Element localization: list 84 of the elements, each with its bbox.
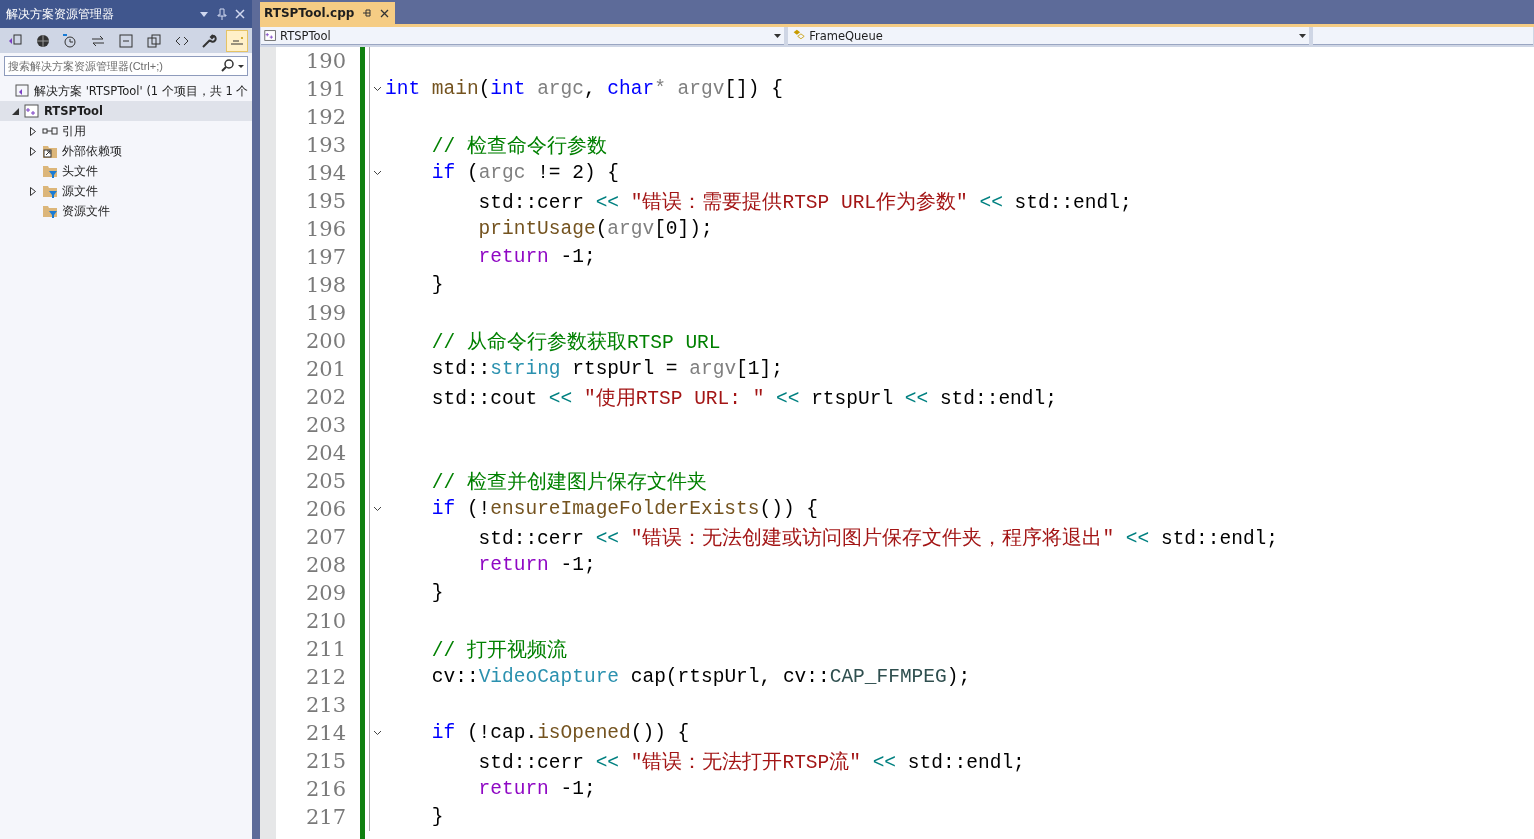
line-number: 192 xyxy=(304,104,347,131)
line-number: 196 xyxy=(304,216,347,243)
code-line: } xyxy=(430,582,444,604)
line-number: 202 xyxy=(304,384,347,411)
line-number: 201 xyxy=(304,356,347,383)
tree-item[interactable]: 资源文件 xyxy=(0,201,252,221)
preview-icon[interactable] xyxy=(226,29,249,52)
collapse-icon[interactable] xyxy=(372,730,382,736)
collapse-icon[interactable] xyxy=(372,170,382,176)
project-icon xyxy=(24,103,40,119)
tree-item[interactable]: 外部依赖项 xyxy=(0,141,252,161)
line-number: 195 xyxy=(304,188,347,215)
line-number: 212 xyxy=(304,664,347,691)
code-line: cv::VideoCapture cap(rtspUrl, cv::CAP_FFMPEG); xyxy=(430,666,971,688)
project-icon xyxy=(264,29,277,42)
line-number: 206 xyxy=(304,496,347,523)
collapse-icon[interactable] xyxy=(372,506,382,512)
search-field[interactable]: 搜索解决方案资源管理器(Ctrl+;) xyxy=(4,56,248,76)
dropdown-icon xyxy=(1299,33,1307,38)
expander-icon[interactable] xyxy=(30,126,36,136)
code-line: if (!cap.isOpened()) { xyxy=(430,722,690,744)
expander-icon[interactable] xyxy=(30,186,36,196)
panel-title: 解决方案资源管理器 xyxy=(6,5,115,23)
code-line: if (!ensureImageFolderExists()) { xyxy=(430,498,818,520)
code-line: printUsage(argv[0]); xyxy=(477,218,713,240)
line-number: 208 xyxy=(304,552,347,579)
code-line: int main(int argc, char* argv[]) { xyxy=(384,78,783,100)
search-icon xyxy=(221,59,235,73)
tree-item[interactable]: 引用 xyxy=(0,121,252,141)
code-line: // 检查并创建图片保存文件夹 xyxy=(430,470,707,495)
line-number: 199 xyxy=(304,300,347,327)
code-line: // 打开视频流 xyxy=(430,638,567,663)
project-dropdown[interactable]: RTSPTool xyxy=(261,27,785,45)
code-line: } xyxy=(430,806,444,828)
collapse-icon[interactable] xyxy=(372,86,382,92)
code-line: // 从命令行参数获取RTSP URL xyxy=(430,330,721,355)
line-number: 194 xyxy=(304,160,347,187)
expander-icon[interactable] xyxy=(30,146,36,156)
filter-folder-icon xyxy=(42,203,58,219)
solution-icon xyxy=(14,83,30,99)
code-line: // 检查命令行参数 xyxy=(430,134,607,159)
close-icon[interactable] xyxy=(380,8,390,18)
line-number: 205 xyxy=(304,468,347,495)
line-number: 193 xyxy=(304,132,347,159)
line-number: 215 xyxy=(304,748,347,775)
code-line: std::cerr << "错误：无法创建或访问图片保存文件夹，程序将退出" << std::endl; xyxy=(477,526,1278,551)
line-number: 209 xyxy=(304,580,347,607)
line-number: 197 xyxy=(304,244,347,271)
code-line: std::string rtspUrl = argv[1]; xyxy=(430,358,783,380)
folder-shortcut-icon xyxy=(42,143,58,159)
filter-folder-icon xyxy=(42,163,58,179)
code-line: std::cerr << "错误：需要提供RTSP URL作为参数" << std::endl; xyxy=(477,190,1132,215)
tree-item[interactable]: 头文件 xyxy=(0,161,252,181)
line-number: 211 xyxy=(304,636,347,663)
line-number: 217 xyxy=(304,804,347,831)
line-number: 216 xyxy=(304,776,347,803)
line-number: 210 xyxy=(304,608,347,635)
expander-icon[interactable] xyxy=(10,107,20,115)
code-line: return -1; xyxy=(477,778,596,800)
filter-folder-icon xyxy=(42,183,58,199)
pin-icon[interactable] xyxy=(362,8,373,18)
line-number: 191 xyxy=(304,76,347,103)
code-line: std::cout << "使用RTSP URL: " << rtspUrl << std::endl; xyxy=(430,386,1057,411)
line-number: 200 xyxy=(304,328,347,355)
line-number: 203 xyxy=(304,412,347,439)
file-tab[interactable]: RTSPTool.cpp xyxy=(260,2,396,24)
line-number: 213 xyxy=(304,692,347,719)
class-icon xyxy=(791,29,807,42)
code-line: return -1; xyxy=(477,554,596,576)
line-number: 214 xyxy=(304,720,347,747)
pin-icon[interactable] xyxy=(216,8,228,20)
scope-dropdown[interactable]: FrameQueue xyxy=(788,27,1310,45)
dropdown-icon xyxy=(774,33,782,38)
code-line: std::cerr << "错误：无法打开RTSP流" << std::endl; xyxy=(477,750,1025,775)
line-number: 190 xyxy=(304,48,347,75)
tree-item[interactable]: 源文件 xyxy=(0,181,252,201)
code-line: return -1; xyxy=(477,246,596,268)
line-number: 204 xyxy=(304,440,347,467)
code-line: } xyxy=(430,274,444,296)
line-number: 207 xyxy=(304,524,347,551)
line-number: 198 xyxy=(304,272,347,299)
code-line: if (argc != 2) { xyxy=(430,162,620,184)
solution-item[interactable]: 解决方案 'RTSPTool' (1 个项目，共 1 个 xyxy=(0,81,252,101)
project-item[interactable]: RTSPTool xyxy=(0,101,252,121)
